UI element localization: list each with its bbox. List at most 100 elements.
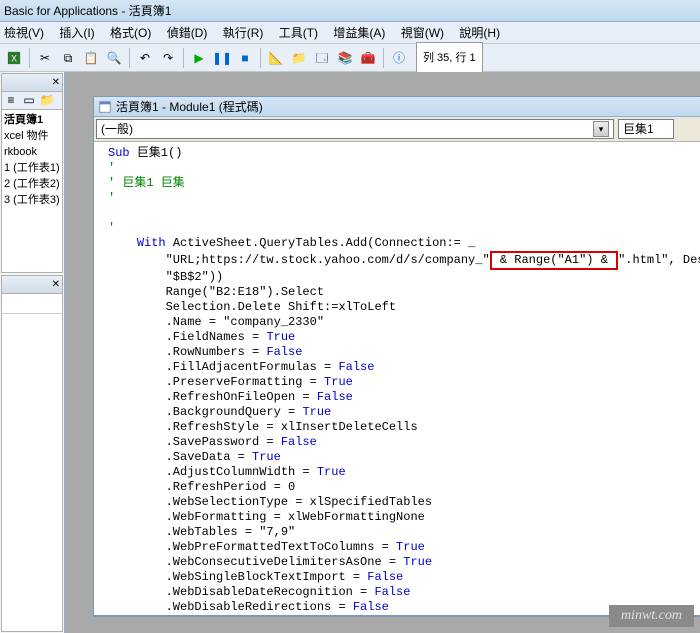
close-icon[interactable]: ✕ [52,279,60,290]
code-keyword: True [396,540,425,554]
undo-icon[interactable]: ↶ [135,48,155,68]
code-text: .WebTables = [108,525,259,539]
code-keyword: False [374,585,410,599]
stop-icon[interactable]: ■ [235,48,255,68]
help-icon[interactable]: ⓘ [389,48,409,68]
procedure-dropdown-value: 巨集1 [623,120,654,138]
properties-pane: ✕ [1,275,63,632]
app-title: Basic for Applications - 活頁簿1 [4,4,171,18]
code-keyword: With [137,236,166,250]
code-text: .FillAdjacentFormulas = [108,360,338,374]
tree-item[interactable]: rkbook [4,144,60,160]
code-keyword: False [353,600,389,614]
code-text: "7,9" [259,525,295,539]
toolbox-icon[interactable]: 🧰 [358,48,378,68]
close-icon[interactable]: ✕ [52,77,60,88]
app-titlebar: Basic for Applications - 活頁簿1 [0,0,700,22]
code-text: .BackgroundQuery = [108,405,302,419]
code-window: 活頁簿1 - Module1 (程式碼) (一般) ▾ 巨集1 Sub 巨集1(… [93,96,700,616]
code-text: .WebPreFormattedTextToColumns = [108,540,396,554]
code-comment: ' [108,221,115,235]
menu-window[interactable]: 視窗(W) [401,26,444,40]
tree-item[interactable]: xcel 物件 [4,128,60,144]
tree-item[interactable]: 2 (工作表2) [4,176,60,192]
code-window-title: 活頁簿1 - Module1 (程式碼) [116,97,263,117]
properties-header: ✕ [2,276,62,294]
find-icon[interactable]: 🔍 [104,48,124,68]
paste-icon[interactable]: 📋 [81,48,101,68]
code-keyword: False [353,615,389,616]
project-explorer-icon[interactable]: 📁 [289,48,309,68]
highlighted-code-region: & Range("A1") & [490,251,618,270]
code-text: .WebSelectionType = xlSpecifiedTables [108,495,432,509]
cursor-position: 列 35, 行 1 [416,42,483,74]
code-text: .SaveData = [108,450,252,464]
code-keyword: True [302,405,331,419]
code-text: .PreserveFormatting = [108,375,324,389]
chevron-down-icon[interactable]: ▾ [593,121,609,137]
menu-help[interactable]: 說明(H) [459,26,500,40]
menu-addins[interactable]: 增益集(A) [333,26,385,40]
watermark: minwt.com [609,605,694,627]
menu-insert[interactable]: 插入(I) [59,26,94,40]
code-keyword: True [252,450,281,464]
menu-format[interactable]: 格式(O) [110,26,151,40]
project-root[interactable]: 活頁簿1 [4,112,60,128]
code-editor[interactable]: Sub 巨集1() ' ' 巨集1 巨集 ' ' With ActiveShee… [94,142,700,616]
code-text: & Range("A1") & [493,253,615,267]
redo-icon[interactable]: ↷ [158,48,178,68]
code-window-titlebar[interactable]: 活頁簿1 - Module1 (程式碼) [94,97,700,117]
code-text: .Refresh BackgroundQuery:= [108,615,353,616]
procedure-dropdown[interactable]: 巨集1 [618,119,674,139]
code-text: "company_2330" [223,315,324,329]
code-comment: ' [108,161,115,175]
menu-tools[interactable]: 工具(T) [279,26,318,40]
properties-icon[interactable]: 🗔 [312,48,332,68]
code-text: Range("B2:E18").Select [108,285,324,299]
code-text: .RefreshStyle = xlInsertDeleteCells [108,420,418,434]
svg-text:X: X [11,53,17,63]
mdi-area: 活頁簿1 - Module1 (程式碼) (一般) ▾ 巨集1 Sub 巨集1(… [65,72,700,633]
code-comment: ' [108,191,115,205]
sidebar: ✕ ≡ ▭ 📁 活頁簿1 xcel 物件 rkbook 1 (工作表1) 2 (… [0,72,65,633]
object-browser-icon[interactable]: 📚 [335,48,355,68]
code-text: ActiveSheet.QueryTables.Add(Connection:=… [166,236,476,250]
code-text: .WebDisableDateRecognition = [108,585,374,599]
code-keyword: True [324,375,353,389]
design-mode-icon[interactable]: 📐 [266,48,286,68]
code-keyword: Sub [108,146,130,160]
view-code-icon[interactable]: ≡ [3,93,19,107]
folder-toggle-icon[interactable]: 📁 [39,93,55,107]
code-text: .WebFormatting = xlWebFormattingNone [108,510,425,524]
object-dropdown[interactable]: (一般) ▾ [96,119,614,139]
pause-icon[interactable]: ❚❚ [212,48,232,68]
tree-item[interactable]: 3 (工作表3) [4,192,60,208]
menu-debug[interactable]: 偵錯(D) [167,26,208,40]
code-text: .SavePassword = [108,435,281,449]
cut-icon[interactable]: ✂ [35,48,55,68]
code-text: .RefreshPeriod = 0 [108,480,295,494]
code-comment: ' 巨集1 巨集 [108,176,185,190]
separator [260,48,261,68]
copy-icon[interactable]: ⧉ [58,48,78,68]
properties-dropdown[interactable] [2,294,62,314]
run-icon[interactable]: ▶ [189,48,209,68]
procedure-selectors: (一般) ▾ 巨集1 [94,117,700,142]
code-keyword: False [317,390,353,404]
code-text: .WebDisableRedirections = [108,600,353,614]
code-text: .Name = [108,315,223,329]
code-keyword: True [317,465,346,479]
excel-icon[interactable]: X [4,48,24,68]
view-object-icon[interactable]: ▭ [21,93,37,107]
separator [383,48,384,68]
workspace: ✕ ≡ ▭ 📁 活頁簿1 xcel 物件 rkbook 1 (工作表1) 2 (… [0,72,700,633]
tree-item[interactable]: 1 (工作表1) [4,160,60,176]
project-tree[interactable]: 活頁簿1 xcel 物件 rkbook 1 (工作表1) 2 (工作表2) 3 … [2,110,62,210]
code-text: "URL;https://tw.stock.yahoo.com/d/s/comp… [108,253,490,267]
menubar: 檢視(V) 插入(I) 格式(O) 偵錯(D) 執行(R) 工具(T) 增益集(… [0,22,700,44]
code-text: ".html", Destination:=Range( _ [618,253,700,267]
menu-view[interactable]: 檢視(V) [4,26,44,40]
menu-run[interactable]: 執行(R) [223,26,264,40]
code-keyword: True [266,330,295,344]
code-text: .RefreshOnFileOpen = [108,390,317,404]
